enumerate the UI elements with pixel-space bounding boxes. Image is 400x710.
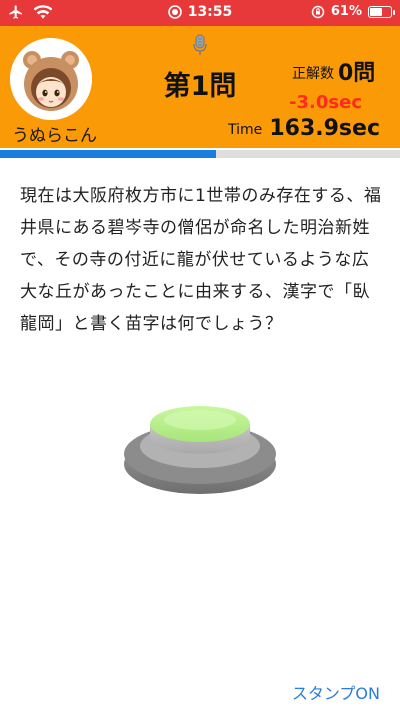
- buzzer-button[interactable]: [122, 398, 278, 498]
- score-value: 0問: [338, 61, 376, 86]
- time-progress-bar: [0, 150, 400, 158]
- orientation-lock-icon: [311, 5, 325, 18]
- time-label: Time: [228, 122, 263, 138]
- time-value: 163.9sec: [269, 116, 380, 141]
- username: うぬらこん: [12, 126, 97, 146]
- time-progress-fill: [0, 150, 216, 158]
- status-bar: 13:55 61%: [0, 0, 400, 26]
- stamp-toggle-link[interactable]: スタンプON: [292, 680, 380, 704]
- score-label: 正解数: [292, 66, 334, 82]
- time-penalty: -3.0sec: [289, 92, 362, 113]
- battery-percent: 61%: [330, 4, 362, 19]
- battery-level-fill: [370, 7, 382, 16]
- question-text: 現在は大阪府枚方市に1世帯のみ存在する、福井県にある碧岑寺の僧侶が命名した明治新…: [20, 186, 382, 334]
- quiz-header: うぬらこん 第1問 正解数 0問 -3.0sec Time 163.9sec: [0, 26, 400, 148]
- battery-icon: [368, 5, 395, 18]
- buzzer-icon: [124, 406, 276, 494]
- status-time: 13:55: [187, 4, 233, 20]
- microphone-icon[interactable]: [193, 34, 207, 56]
- recording-icon: [167, 5, 182, 19]
